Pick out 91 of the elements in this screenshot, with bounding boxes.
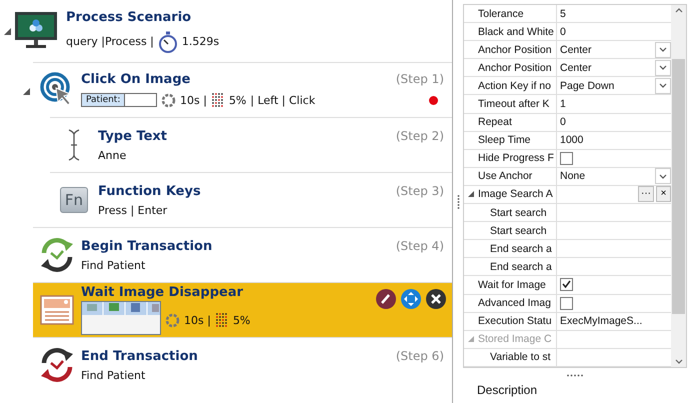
property-name: Execution Statu	[478, 315, 552, 328]
step-details: Find Patient	[81, 258, 146, 272]
property-name: Black and White	[478, 26, 554, 38]
property-value: Page Down	[560, 80, 616, 92]
step-title: Type Text	[98, 128, 168, 144]
step-title: Function Keys	[98, 184, 201, 198]
property-button[interactable]: ···	[638, 186, 654, 202]
dot-grid-icon	[214, 312, 229, 328]
property-name: Start search	[490, 206, 547, 219]
step-title: Begin Transaction	[81, 238, 212, 254]
step-row[interactable]: Type Text (Step 2) Anne	[50, 117, 452, 172]
property-value: ExecMyImageS...	[560, 315, 644, 328]
property-name: Anchor Position	[478, 44, 552, 56]
property-name: End search a	[490, 260, 552, 273]
scenario-title: Process Scenario	[66, 10, 192, 24]
checkbox[interactable]	[560, 152, 573, 165]
spinner-icon	[161, 92, 176, 108]
description-heading: Description	[477, 383, 538, 397]
thumbnail-label: Patient:	[82, 94, 126, 106]
step-details: Press | Enter	[98, 204, 168, 216]
chevron-down-icon	[659, 65, 667, 70]
step-number: (Step 4)	[396, 238, 444, 254]
scrollbar[interactable]	[671, 5, 686, 367]
property-value: Center	[560, 62, 593, 74]
fn-key-icon: Fn	[60, 187, 88, 213]
property-value: Center	[560, 44, 593, 56]
property-name: Stored Image C	[478, 333, 552, 346]
chevron-down-icon	[659, 83, 667, 88]
timeout-value: 10s |	[184, 314, 211, 326]
property-name: Use Anchor	[478, 170, 532, 182]
property-name: Sleep Time	[478, 134, 531, 146]
step-title: Wait Image Disappear	[81, 285, 244, 300]
checkbox[interactable]	[560, 278, 573, 292]
edit-button[interactable]	[376, 289, 396, 309]
property-value: 0	[560, 26, 567, 38]
step-details: Find Patient	[81, 368, 146, 382]
property-value: 5	[560, 8, 567, 20]
step-row[interactable]: Wait Image Disappear 10s | 5%	[33, 282, 452, 337]
step-details: | Left | Click	[250, 94, 316, 106]
chevron-down-icon	[659, 47, 667, 52]
step-row[interactable]: Click On Image (Step 1) Patient: 10s | 5% | Left | Click	[33, 62, 452, 117]
image-document-icon	[40, 295, 74, 325]
property-name: Repeat	[478, 116, 512, 128]
scenario-info: query |Process |	[66, 35, 154, 48]
dropdown-button[interactable]	[655, 60, 671, 76]
property-name: Anchor Position	[478, 62, 552, 74]
scroll-up-icon[interactable]	[674, 8, 682, 13]
step-details: Anne	[98, 148, 126, 162]
monitor-icon	[14, 11, 58, 51]
tools-button[interactable]	[426, 289, 446, 309]
property-name: Tolerance	[478, 8, 524, 20]
property-button[interactable]: ×	[656, 186, 671, 202]
property-name: Action Key if no	[478, 80, 551, 92]
checkbox[interactable]	[560, 296, 573, 310]
dot-grid-icon	[210, 92, 225, 108]
step-title: End Transaction	[81, 348, 198, 364]
property-name: Variable to st	[490, 351, 551, 364]
splitter-grip-icon[interactable]	[456, 194, 460, 210]
property-name: Wait for Image	[478, 278, 546, 291]
property-value: None	[560, 170, 586, 182]
step-title: Click On Image	[81, 72, 190, 87]
dropdown-button[interactable]	[655, 78, 671, 94]
property-value: 1000	[560, 134, 584, 146]
tolerance-value: 5%	[228, 94, 246, 106]
property-value: 0	[560, 116, 567, 128]
step-number: (Step 2)	[396, 128, 444, 144]
tolerance-value: 5%	[232, 314, 250, 326]
splitter-grip-icon[interactable]	[566, 374, 584, 377]
dropdown-button[interactable]	[655, 168, 671, 184]
spinner-icon	[165, 312, 180, 328]
property-name: Hide Progress F	[478, 152, 554, 164]
timeout-value: 10s |	[180, 94, 207, 106]
scroll-down-icon[interactable]	[674, 359, 682, 364]
text-cursor-icon	[68, 129, 80, 161]
step-number: (Step 1)	[396, 72, 444, 87]
breakpoint-dot[interactable]	[429, 96, 438, 105]
move-button[interactable]	[401, 289, 421, 309]
step-number: (Step 3)	[396, 184, 444, 198]
dropdown-button[interactable]	[655, 42, 671, 58]
property-name: Advanced Imag	[478, 297, 551, 310]
step-row[interactable]: End Transaction (Step 6) Find Patient	[33, 337, 452, 392]
stopwatch-icon	[158, 30, 178, 52]
chevron-down-icon	[659, 174, 667, 179]
property-value: 1	[560, 98, 567, 110]
property-name: Image Search A	[478, 188, 553, 200]
property-name: Timeout after K	[478, 98, 550, 110]
step-row[interactable]: Fn Function Keys (Step 3) Press | Enter	[50, 172, 452, 227]
duration: 1.529s	[182, 35, 220, 48]
property-name: End search a	[490, 242, 552, 255]
property-name: Start search	[490, 224, 547, 237]
step-number: (Step 6)	[396, 348, 444, 364]
